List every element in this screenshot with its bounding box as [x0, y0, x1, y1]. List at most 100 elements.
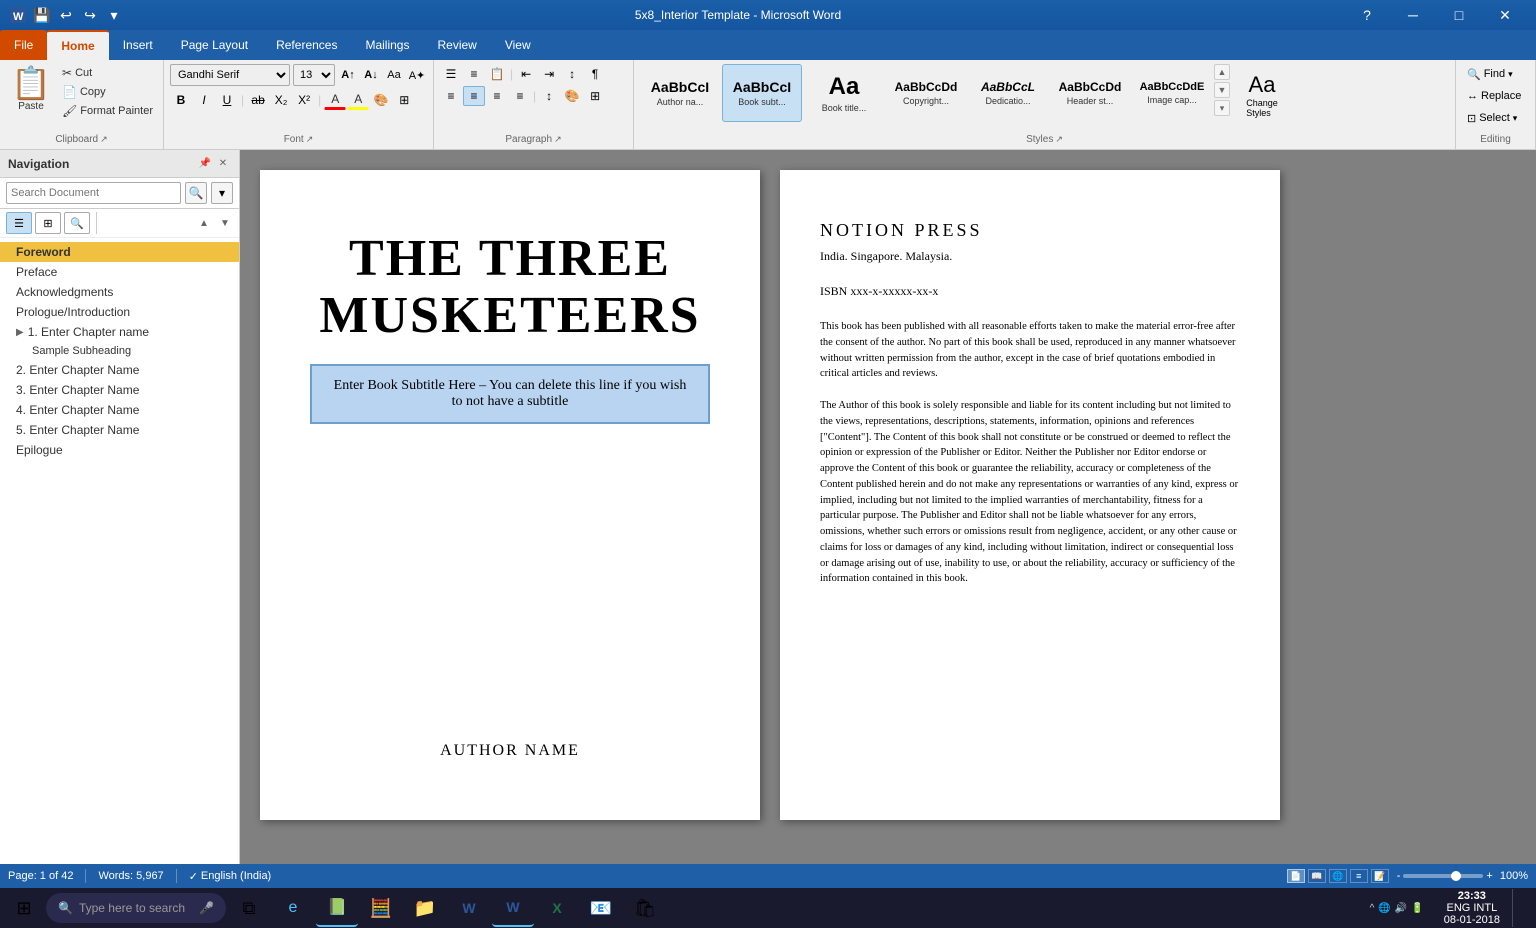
volume-icon[interactable]: 🔊	[1395, 903, 1407, 914]
nav-results-view-btn[interactable]: 🔍	[64, 212, 90, 234]
chevron-icon[interactable]: ^	[1370, 903, 1375, 914]
highlight-btn[interactable]: A	[347, 90, 369, 110]
borders-btn[interactable]: ⊞	[393, 90, 415, 110]
nav-item-sample-sub[interactable]: Sample Subheading	[0, 342, 239, 360]
styles-scroll-up[interactable]: ▲	[1214, 64, 1230, 80]
italic-btn[interactable]: I	[193, 90, 215, 110]
align-center-btn[interactable]: ≡	[463, 86, 485, 106]
taskbar-task-view[interactable]: ⧉	[228, 889, 270, 927]
nav-pin-btn[interactable]: 📌	[197, 156, 213, 172]
nav-item-preface[interactable]: Preface	[0, 262, 239, 282]
style-copyright[interactable]: AaBbCcDd Copyright...	[886, 64, 966, 122]
style-image-cap[interactable]: AaBbCcDdE Image cap...	[1132, 64, 1212, 122]
network-icon[interactable]: 🌐	[1378, 903, 1390, 914]
find-chevron[interactable]: ▾	[1508, 69, 1513, 80]
line-spacing-btn[interactable]: ↕	[538, 86, 560, 106]
maximize-btn[interactable]: □	[1436, 0, 1482, 30]
strikethrough-btn[interactable]: ab	[247, 90, 269, 110]
para-expand-icon[interactable]: ↗	[554, 134, 562, 145]
superscript-btn[interactable]: X²	[293, 90, 315, 110]
bullets-btn[interactable]: ☰	[440, 64, 462, 84]
zoom-level[interactable]: 100%	[1500, 870, 1528, 882]
save-quick-btn[interactable]: 💾	[32, 5, 52, 25]
taskbar-explorer-5x8[interactable]: 📁	[404, 889, 446, 927]
nav-item-ch4[interactable]: 4. Enter Chapter Name	[0, 400, 239, 420]
tab-home[interactable]: Home	[47, 30, 108, 60]
change-styles-button[interactable]: Aa ChangeStyles	[1232, 64, 1292, 126]
tab-page-layout[interactable]: Page Layout	[167, 30, 262, 60]
nav-item-ch1[interactable]: ▶ 1. Enter Chapter name	[0, 322, 239, 342]
font-expand-icon[interactable]: ↗	[306, 134, 314, 145]
nav-item-ch5[interactable]: 5. Enter Chapter Name	[0, 420, 239, 440]
increase-indent-btn[interactable]: ⇥	[538, 64, 560, 84]
close-btn[interactable]: ✕	[1482, 0, 1528, 30]
cut-button[interactable]: ✂ Cut	[58, 64, 157, 82]
clear-format-btn[interactable]: Aa	[384, 65, 404, 85]
minimize-btn[interactable]: ─	[1390, 0, 1436, 30]
tab-insert[interactable]: Insert	[109, 30, 167, 60]
decrease-indent-btn[interactable]: ⇤	[515, 64, 537, 84]
taskbar-excel[interactable]: X	[536, 889, 578, 927]
redo-quick-btn[interactable]: ↪	[80, 5, 100, 25]
select-chevron[interactable]: ▾	[1513, 113, 1518, 124]
zoom-slider[interactable]	[1403, 874, 1483, 878]
copy-button[interactable]: 📄 Copy	[58, 83, 157, 101]
font-name-select[interactable]: Gandhi Serif	[170, 64, 290, 86]
tab-review[interactable]: Review	[423, 30, 490, 60]
web-layout-btn[interactable]: 🌐	[1329, 869, 1347, 883]
draft-btn[interactable]: 📝	[1371, 869, 1389, 883]
search-dropdown-btn[interactable]: ▾	[211, 182, 233, 204]
subtitle-textbox[interactable]: Enter Book Subtitle Here – You can delet…	[310, 364, 710, 424]
undo-quick-btn[interactable]: ↩	[56, 5, 76, 25]
show-desktop-btn[interactable]	[1512, 889, 1532, 927]
shading-btn[interactable]: 🎨	[370, 90, 392, 110]
customize-quick-btn[interactable]: ▾	[104, 5, 124, 25]
borders-para-btn[interactable]: ⊞	[584, 86, 606, 106]
justify-btn[interactable]: ≡	[509, 86, 531, 106]
format-painter-button[interactable]: 🖌 Format Painter	[58, 102, 157, 120]
nav-headings-view-btn[interactable]: ☰	[6, 212, 32, 234]
taskbar-calculator[interactable]: 🧮	[360, 889, 402, 927]
help-btn[interactable]: ?	[1344, 0, 1390, 30]
find-button[interactable]: 🔍 Find ▾	[1462, 64, 1518, 84]
nav-item-foreword[interactable]: Foreword	[0, 242, 239, 262]
nav-item-ch3[interactable]: 3. Enter Chapter Name	[0, 380, 239, 400]
system-clock[interactable]: 23:33 ENG INTL 08-01-2018	[1436, 890, 1508, 926]
text-color-btn[interactable]: A	[324, 90, 346, 110]
styles-expand-icon[interactable]: ↗	[1055, 134, 1063, 145]
style-dedication[interactable]: AaBbCcL Dedicatio...	[968, 64, 1048, 122]
select-button[interactable]: ⊡ Select ▾	[1462, 108, 1522, 128]
decrease-font-btn[interactable]: A↓	[361, 65, 381, 85]
taskbar-outlook[interactable]: 📧	[580, 889, 622, 927]
align-right-btn[interactable]: ≡	[486, 86, 508, 106]
zoom-out-btn[interactable]: -	[1397, 870, 1401, 882]
nav-scroll-down-btn[interactable]: ▼	[217, 215, 233, 231]
tab-view[interactable]: View	[491, 30, 545, 60]
nav-pages-view-btn[interactable]: ⊞	[35, 212, 61, 234]
taskbar-store[interactable]: 🛍	[624, 889, 666, 927]
tab-mailings[interactable]: Mailings	[351, 30, 423, 60]
outline-btn[interactable]: ≡	[1350, 869, 1368, 883]
text-effects-btn[interactable]: A✦	[407, 65, 427, 85]
taskbar-book-l[interactable]: 📗	[316, 889, 358, 927]
nav-close-btn[interactable]: ✕	[215, 156, 231, 172]
subscript-btn[interactable]: X₂	[270, 90, 292, 110]
styles-scroll-down[interactable]: ▼	[1214, 82, 1230, 98]
nav-item-epilogue[interactable]: Epilogue	[0, 440, 239, 460]
search-input[interactable]	[6, 182, 181, 204]
zoom-in-btn[interactable]: +	[1486, 870, 1492, 882]
increase-font-btn[interactable]: A↑	[338, 65, 358, 85]
nav-scroll-up-btn[interactable]: ▲	[196, 215, 212, 231]
tab-references[interactable]: References	[262, 30, 351, 60]
search-button[interactable]: 🔍	[185, 182, 207, 204]
paste-button[interactable]: 📋 Paste	[6, 64, 56, 126]
sort-btn[interactable]: ↕	[561, 64, 583, 84]
bold-btn[interactable]: B	[170, 90, 192, 110]
zoom-thumb[interactable]	[1451, 871, 1461, 881]
shading-para-btn[interactable]: 🎨	[561, 86, 583, 106]
style-book-subt[interactable]: AaBbCcI Book subt...	[722, 64, 802, 122]
underline-btn[interactable]: U	[216, 90, 238, 110]
multilevel-btn[interactable]: 📋	[486, 64, 508, 84]
numbering-btn[interactable]: ≡	[463, 64, 485, 84]
nav-item-prologue[interactable]: Prologue/Introduction	[0, 302, 239, 322]
